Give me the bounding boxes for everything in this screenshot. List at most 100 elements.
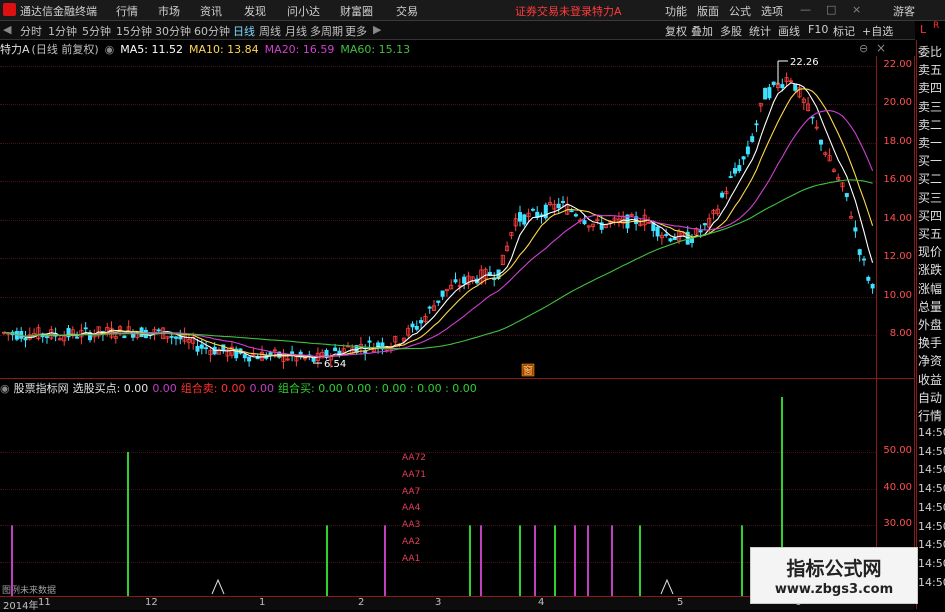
candle-body bbox=[247, 356, 252, 362]
side-panel-item[interactable]: 卖四 bbox=[918, 79, 942, 96]
candle-body bbox=[582, 220, 587, 225]
candle-body bbox=[440, 290, 445, 297]
candle-body bbox=[414, 326, 419, 330]
window-marker-label: 窗 bbox=[523, 364, 533, 377]
time-axis-label: 4 bbox=[538, 597, 545, 608]
candle-body bbox=[543, 204, 548, 219]
candle-body bbox=[844, 193, 849, 197]
candle-body bbox=[720, 192, 725, 198]
time-axis-label: 2 bbox=[358, 597, 365, 608]
candle-body bbox=[771, 81, 776, 86]
candle-body bbox=[857, 249, 862, 255]
candle-body bbox=[750, 136, 755, 142]
side-letter-l[interactable]: L bbox=[920, 23, 926, 36]
side-panel-item[interactable]: 委比 bbox=[918, 43, 942, 60]
side-panel-item[interactable]: 买一 bbox=[918, 152, 942, 169]
candle-body bbox=[754, 123, 759, 126]
candle-body bbox=[780, 84, 785, 89]
candle-body bbox=[333, 347, 338, 352]
high-price-label: 22.26 bbox=[790, 57, 819, 68]
candle-body bbox=[866, 276, 871, 281]
watermark-banner: 指标公式网 www.zbgs3.com bbox=[750, 547, 918, 604]
side-panel-item[interactable]: 外盘 bbox=[918, 316, 942, 333]
side-panel-time: 14:50 bbox=[918, 556, 945, 570]
ma5-line bbox=[3, 82, 874, 359]
side-panel-time: 14:50 bbox=[918, 444, 945, 458]
side-panel-time: 14:50 bbox=[918, 538, 945, 552]
side-panel-item[interactable]: 买五 bbox=[918, 225, 942, 242]
side-panel-item[interactable]: 自动 bbox=[918, 389, 942, 406]
candle-body bbox=[733, 168, 738, 174]
candle-body bbox=[737, 165, 742, 172]
candle-body bbox=[530, 208, 535, 211]
side-panel-item[interactable]: 卖一 bbox=[918, 134, 942, 151]
side-panel-item[interactable]: 卖二 bbox=[918, 116, 942, 133]
candle-body bbox=[199, 344, 204, 349]
time-axis-label: 3 bbox=[435, 597, 442, 608]
side-panel-item[interactable]: 买四 bbox=[918, 207, 942, 224]
ma10-line bbox=[3, 88, 874, 358]
side-panel-item[interactable]: 买二 bbox=[918, 170, 942, 187]
time-axis-label: 1 bbox=[259, 597, 266, 608]
low-price-label: 6.54 bbox=[324, 359, 346, 370]
candle-body bbox=[178, 336, 183, 340]
candle-body bbox=[819, 139, 824, 145]
watermark-url: www.zbgs3.com bbox=[774, 582, 894, 597]
candle-body bbox=[75, 336, 80, 339]
side-panel-item[interactable]: 卖三 bbox=[918, 98, 942, 115]
candle-body bbox=[122, 335, 127, 339]
side-panel-time: 14:50 bbox=[918, 575, 945, 589]
candle-body bbox=[569, 210, 574, 213]
candle-body bbox=[556, 203, 561, 209]
candle-body bbox=[156, 329, 161, 332]
side-panel-item[interactable]: 买三 bbox=[918, 189, 942, 206]
side-panel-item[interactable]: 现价 bbox=[918, 243, 942, 260]
candle-body bbox=[741, 156, 746, 160]
side-panel-item[interactable]: 卖五 bbox=[918, 61, 942, 78]
ma20-line bbox=[3, 110, 874, 357]
side-panel-time: 14:50 bbox=[918, 519, 945, 533]
candle-body bbox=[522, 214, 527, 225]
candle-body bbox=[462, 276, 467, 284]
candle-body bbox=[173, 336, 178, 339]
side-panel-time: 14:50 bbox=[918, 463, 945, 477]
candle-body bbox=[672, 237, 677, 241]
candle-body bbox=[728, 176, 733, 178]
candle-body bbox=[204, 347, 209, 350]
candle-body bbox=[655, 226, 660, 237]
candle-body bbox=[169, 336, 174, 338]
candle-body bbox=[573, 214, 578, 217]
candle-body bbox=[664, 234, 669, 236]
candle-body bbox=[668, 238, 673, 242]
side-panel-item[interactable]: 涨跌 bbox=[918, 261, 942, 278]
side-panel-item[interactable]: 涨幅 bbox=[918, 280, 942, 297]
time-axis-label: 2014年 bbox=[3, 601, 39, 612]
buy-point-marker bbox=[211, 578, 225, 595]
candle-body bbox=[367, 340, 372, 343]
candle-body bbox=[311, 357, 316, 362]
candle-body bbox=[767, 87, 772, 99]
candle-body bbox=[419, 320, 424, 324]
time-axis-label: 12 bbox=[145, 597, 158, 608]
candle-body bbox=[376, 342, 381, 347]
candle-body bbox=[453, 279, 458, 283]
side-panel-time: 14:50 bbox=[918, 482, 945, 496]
candle-body bbox=[793, 83, 798, 91]
candle-body bbox=[870, 283, 875, 289]
side-panel-item[interactable]: 行情 bbox=[918, 407, 942, 424]
ma60-line bbox=[3, 179, 873, 350]
side-panel-time: 14:50 bbox=[918, 500, 945, 514]
candle-body bbox=[436, 300, 441, 303]
side-panel-item[interactable]: 总量 bbox=[918, 298, 942, 315]
candle-body bbox=[427, 306, 432, 309]
side-panel-item[interactable]: 换手 bbox=[918, 334, 942, 351]
side-panel-item[interactable]: 净资 bbox=[918, 352, 942, 369]
candle-body bbox=[45, 336, 50, 338]
candle-body bbox=[745, 146, 750, 155]
buy-point-marker bbox=[660, 578, 674, 595]
candle-body bbox=[410, 323, 415, 328]
side-letter-r[interactable]: R bbox=[933, 21, 939, 31]
side-panel-item[interactable]: 收益 bbox=[918, 371, 942, 388]
candle-body bbox=[702, 223, 707, 226]
time-axis-label: 11 bbox=[38, 597, 51, 608]
